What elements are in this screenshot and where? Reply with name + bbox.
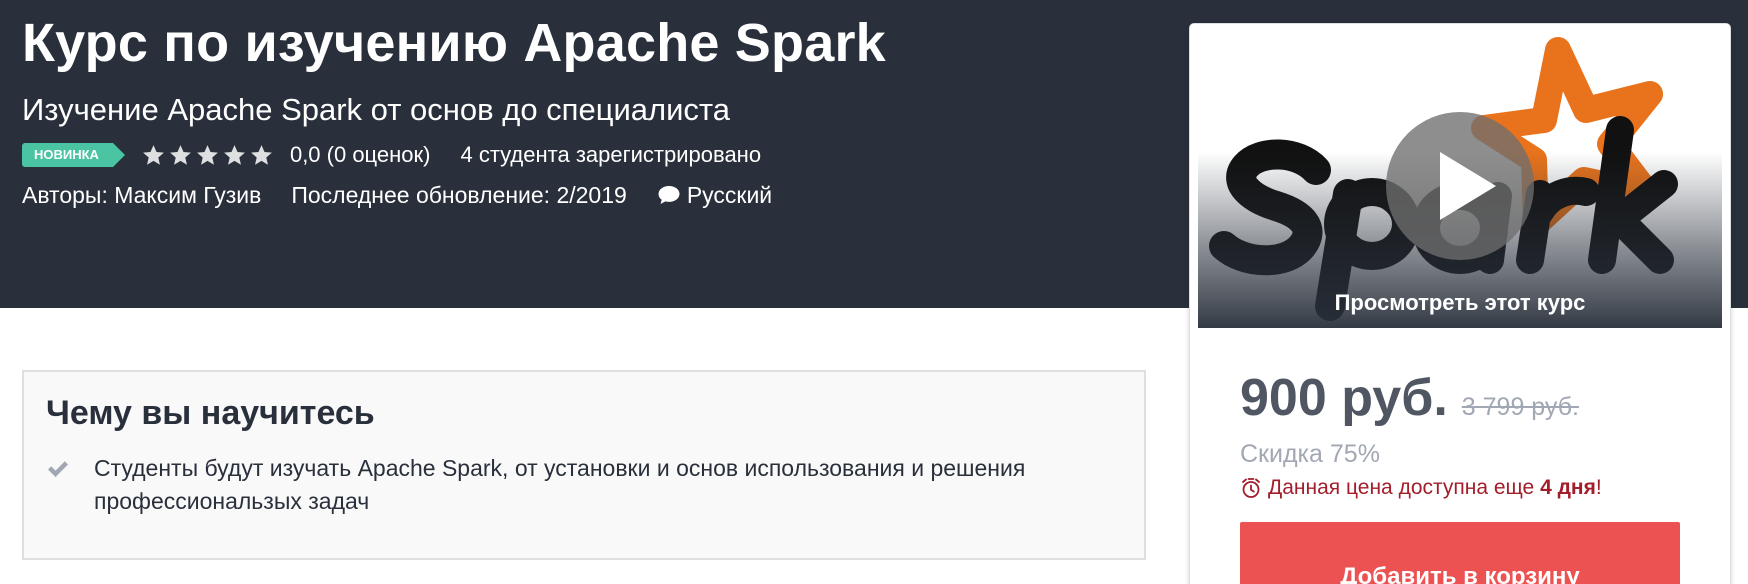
add-to-cart-button[interactable]: Добавить в корзину [1240,522,1680,584]
authors-link[interactable]: Авторы: Максим Гузив [22,182,261,209]
what-you-learn-title: Чему вы научитесь [46,394,375,432]
rating-text[interactable]: 0,0 (0 оценок) [290,142,431,168]
last-updated: Последнее обновление: 2/2019 [291,181,627,208]
price-deadline: Данная цена доступна еще 4 дня! [1240,476,1602,500]
course-meta: Авторы: Максим Гузив Последнее обновлени… [22,180,772,210]
discount-label: Скидка 75% [1240,440,1380,468]
star-icon [170,144,191,165]
current-price: 900 руб. [1240,369,1448,427]
chat-bubble-icon [658,186,680,204]
learn-item-text: Студенты будут изучать Apache Spark, от … [94,455,1026,514]
learn-item: Студенты будут изучать Apache Spark, от … [46,452,1126,518]
star-icon [224,144,245,165]
price-row: 900 руб. 3 799 руб. [1240,368,1579,428]
language: Русский [657,182,772,209]
rating-row: НОВИНКА 0,0 (0 оценок) 4 студента зареги… [22,140,761,170]
preview-label: Просмотреть этот курс [1334,290,1586,315]
language-label: Русский [686,181,773,208]
play-icon [1440,152,1496,220]
star-icon [197,144,218,165]
deadline-text: Данная цена доступна еще 4 дня! [1268,476,1602,499]
what-you-learn-box: Чему вы научитесь Студенты будут изучать… [22,370,1146,560]
page-title: Курс по изучению Apache Spark [22,13,886,73]
page-subtitle: Изучение Apache Spark от основ до специа… [22,92,731,127]
play-button[interactable] [1386,112,1534,260]
rating-stars [141,143,274,168]
new-badge: НОВИНКА [22,143,125,167]
deadline-days: 4 дня [1540,476,1596,499]
students-count: 4 студента зарегистрировано [460,142,762,167]
alarm-clock-icon [1242,478,1260,498]
course-preview[interactable]: Просмотреть этот курс [1198,32,1722,328]
star-icon [143,144,164,165]
purchase-sidebar: Просмотреть этот курс 900 руб. 3 799 руб… [1190,24,1730,584]
star-icon [251,144,272,165]
original-price: 3 799 руб. [1461,393,1579,421]
check-icon [48,461,68,477]
